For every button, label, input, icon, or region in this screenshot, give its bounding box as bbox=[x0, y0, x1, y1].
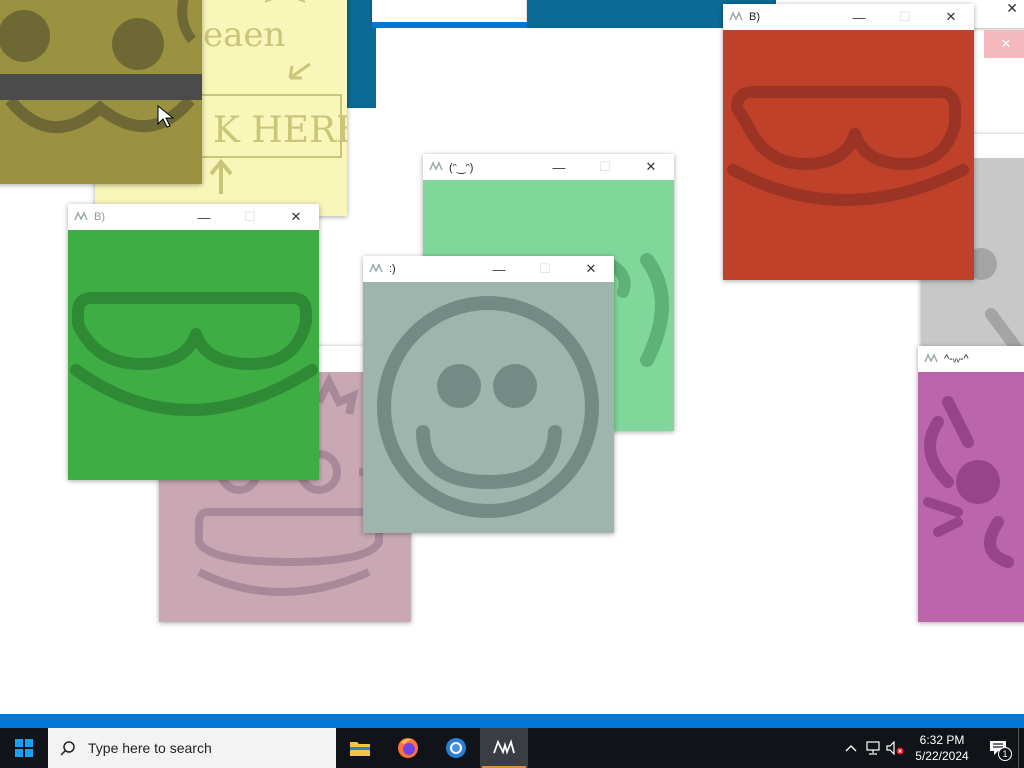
chrome-icon bbox=[446, 738, 466, 758]
file-explorer-button[interactable] bbox=[336, 728, 384, 768]
app-icon bbox=[429, 161, 443, 171]
maximize-button[interactable]: ☐ bbox=[227, 204, 273, 230]
green-window-titlebar[interactable]: B) — ☐ ✕ bbox=[68, 204, 319, 230]
search-box[interactable]: Type here to search bbox=[48, 728, 336, 768]
olive-face-drawing bbox=[0, 0, 202, 134]
pink-close-button[interactable]: ✕ bbox=[984, 30, 1024, 58]
close-button[interactable]: ✕ bbox=[628, 154, 674, 180]
close-button[interactable]: ✕ bbox=[273, 204, 319, 230]
search-placeholder: Type here to search bbox=[88, 740, 212, 756]
sunglasses-drawing bbox=[727, 86, 969, 206]
olive-window[interactable] bbox=[0, 0, 202, 184]
app-icon bbox=[924, 353, 938, 363]
start-button[interactable] bbox=[0, 728, 48, 768]
sticky-app-button[interactable] bbox=[480, 728, 528, 768]
network-icon[interactable] bbox=[862, 728, 884, 768]
chrome-button[interactable] bbox=[432, 728, 480, 768]
close-button[interactable]: ✕ bbox=[568, 256, 614, 282]
window-title: (ᵔ‿ᵔ) bbox=[449, 161, 474, 174]
smiley-drawing bbox=[377, 296, 599, 518]
firefox-button[interactable] bbox=[384, 728, 432, 768]
notes-text-1: eaen bbox=[203, 15, 285, 55]
windows-logo-icon bbox=[15, 739, 33, 757]
window-title: B) bbox=[749, 11, 760, 23]
sunglasses-drawing bbox=[70, 292, 318, 416]
window-title: ^-ᵥᵥ-^ bbox=[944, 353, 969, 365]
minimize-button[interactable]: — bbox=[181, 204, 227, 230]
desktop-accent-strip bbox=[0, 714, 1024, 728]
magenta-window-titlebar[interactable]: ^-ᵥᵥ-^ bbox=[918, 346, 1024, 372]
smiley-window-titlebar[interactable]: :) — ☐ ✕ bbox=[363, 256, 614, 282]
magenta-window[interactable]: ^-ᵥᵥ-^ bbox=[918, 346, 1024, 622]
volume-muted-icon[interactable] bbox=[884, 728, 906, 768]
app-icon bbox=[369, 263, 383, 273]
minimize-button[interactable]: — bbox=[476, 256, 522, 282]
clock-time: 6:32 PM bbox=[919, 733, 965, 747]
desktop: ✕ ✕ eaen K HERE bbox=[0, 0, 1024, 716]
firefox-icon bbox=[398, 738, 418, 758]
window-title: B) bbox=[94, 211, 105, 223]
action-center-button[interactable]: 1 bbox=[978, 728, 1018, 768]
maximize-button[interactable]: ☐ bbox=[882, 4, 928, 30]
close-icon[interactable]: ✕ bbox=[1006, 0, 1018, 17]
minimize-button[interactable]: — bbox=[836, 4, 882, 30]
minimize-button[interactable]: — bbox=[536, 154, 582, 180]
system-tray: 6:32 PM 5/22/2024 1 bbox=[840, 728, 1024, 768]
folder-icon bbox=[350, 742, 370, 756]
green-window[interactable]: B) — ☐ ✕ bbox=[68, 204, 319, 480]
maximize-button[interactable]: ☐ bbox=[582, 154, 628, 180]
show-desktop-button[interactable] bbox=[1018, 728, 1024, 768]
clock[interactable]: 6:32 PM 5/22/2024 bbox=[906, 732, 978, 764]
clock-date: 5/22/2024 bbox=[915, 749, 969, 763]
cat-face-drawing bbox=[923, 396, 1014, 568]
wave-app-icon bbox=[493, 739, 515, 755]
close-button[interactable]: ✕ bbox=[928, 4, 974, 30]
red-window-titlebar[interactable]: B) — ☐ ✕ bbox=[723, 4, 974, 30]
taskbar: Type here to search 6:32 PM 5/22/2024 1 bbox=[0, 728, 1024, 768]
notification-count-badge: 1 bbox=[998, 747, 1012, 761]
search-icon bbox=[48, 740, 88, 756]
chevron-up-icon[interactable] bbox=[840, 728, 862, 768]
maximize-button[interactable]: ☐ bbox=[522, 256, 568, 282]
top-blue-window[interactable] bbox=[372, 0, 526, 22]
app-icon bbox=[729, 11, 743, 21]
app-icon bbox=[74, 211, 88, 221]
light-green-window-titlebar[interactable]: (ᵔ‿ᵔ) — ☐ ✕ bbox=[423, 154, 674, 180]
window-title: :) bbox=[389, 263, 396, 275]
smiley-window[interactable]: :) — ☐ ✕ bbox=[363, 256, 614, 533]
notes-text-2: K HERE bbox=[213, 110, 347, 151]
red-window[interactable]: B) — ☐ ✕ bbox=[723, 4, 974, 280]
